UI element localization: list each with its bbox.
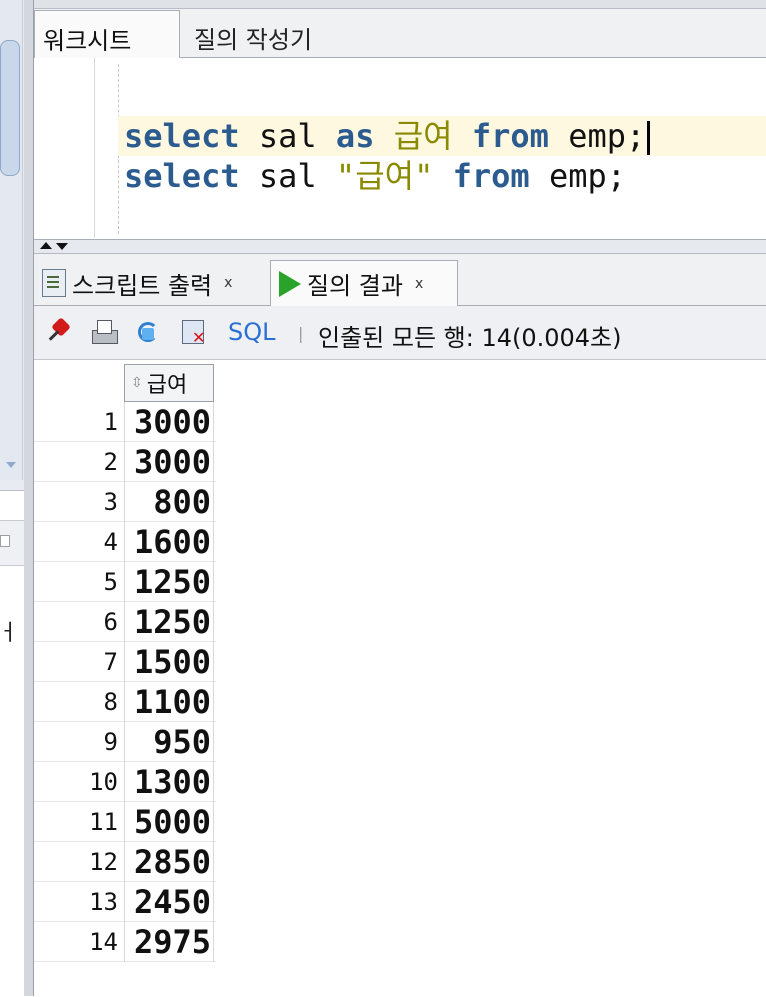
left-lower-panel	[0, 490, 24, 997]
table-row[interactable]: 6 1250	[34, 602, 216, 642]
left-navigator-panel: ㅓ	[0, 0, 25, 997]
row-number: 11	[89, 808, 118, 836]
row-number: 2	[103, 448, 118, 476]
table-row[interactable]: 14 2975	[34, 922, 216, 962]
code-text: emp;	[548, 117, 646, 155]
row-number: 8	[103, 688, 118, 716]
run-statement-icon	[279, 270, 301, 297]
row-number: 13	[89, 888, 118, 916]
sort-icon: ⇳	[131, 375, 143, 391]
tab-query-result[interactable]: 질의 결과 x	[270, 260, 458, 306]
salary-cell[interactable]: 3000	[124, 402, 214, 442]
table-row[interactable]: 3 800	[34, 482, 216, 522]
sql-worksheet-panel: 워크시트 질의 작성기 select sal as 급여 from emp; s…	[34, 0, 766, 996]
refresh-icon[interactable]	[134, 318, 162, 346]
table-row[interactable]: 7 1500	[34, 642, 216, 682]
table-row[interactable]: 8 1100	[34, 682, 216, 722]
salary-cell[interactable]: 1250	[124, 602, 214, 642]
row-number: 14	[89, 928, 118, 956]
code-text: sal	[239, 157, 336, 195]
salary-cell[interactable]: 1500	[124, 642, 214, 682]
keyword-from: from	[471, 117, 549, 155]
table-row[interactable]: 10 1300	[34, 762, 216, 802]
row-number: 5	[103, 568, 118, 596]
table-row[interactable]: 13 2450	[34, 882, 216, 922]
salary-cell[interactable]: 1300	[124, 762, 214, 802]
editor-gutter	[34, 58, 95, 238]
code-text: emp;	[529, 157, 626, 195]
result-grid[interactable]: ⇳ 급여 1 3000 2 3000 3 800 4 1600 5 1250 6 1250 7 1500 8…	[34, 360, 766, 996]
column-header-label: 급여	[146, 373, 188, 398]
close-script-output-icon[interactable]: x	[224, 275, 232, 291]
left-scrollbar-thumb[interactable]	[0, 40, 20, 176]
pin-icon[interactable]	[46, 318, 74, 346]
fetched-rows-status: 인출된 모든 행: 14(0.004초)	[318, 324, 622, 352]
tab-query-builder[interactable]: 질의 작성기	[186, 10, 366, 58]
worksheet-tab-bar: 워크시트 질의 작성기	[34, 0, 766, 58]
salary-cell[interactable]: 1100	[124, 682, 214, 722]
column-header-salary[interactable]: ⇳ 급여	[124, 364, 214, 402]
row-number: 6	[103, 608, 118, 636]
result-tab-bar: 스크립트 출력 x 질의 결과 x	[34, 254, 766, 306]
print-icon[interactable]	[90, 318, 118, 346]
sql-editor[interactable]: select sal as 급여 from emp; select sal "급…	[34, 58, 766, 240]
row-number: 12	[89, 848, 118, 876]
code-text: sal	[239, 117, 336, 155]
tab-script-output[interactable]: 스크립트 출력 x	[38, 260, 266, 306]
code-line-2[interactable]: select sal "급여" from emp;	[118, 156, 766, 196]
text-cursor	[647, 121, 651, 155]
row-number: 4	[103, 528, 118, 556]
quoted-alias: "급여"	[335, 157, 434, 195]
tab-query-result-label: 질의 결과	[307, 272, 403, 300]
left-vertical-scrollbar[interactable]	[0, 0, 23, 480]
salary-cell[interactable]: 5000	[124, 802, 214, 842]
left-clipped-text: ㅓ	[0, 621, 19, 646]
keyword-from: from	[452, 157, 530, 195]
vertical-splitter[interactable]	[24, 0, 34, 996]
salary-cell[interactable]: 1600	[124, 522, 214, 562]
collapse-up-icon[interactable]	[40, 242, 52, 249]
scroll-down-arrow-icon[interactable]	[6, 462, 16, 468]
table-row[interactable]: 12 2850	[34, 842, 216, 882]
table-row[interactable]: 4 1600	[34, 522, 216, 562]
keyword-as: as	[335, 117, 375, 155]
row-number: 1	[103, 408, 118, 436]
row-number: 9	[103, 728, 118, 756]
table-row[interactable]: 11 5000	[34, 802, 216, 842]
script-output-icon	[42, 269, 66, 297]
salary-cell[interactable]: 2450	[124, 882, 214, 922]
table-row[interactable]: 9 950	[34, 722, 216, 762]
salary-cell[interactable]: 800	[124, 482, 214, 522]
salary-cell[interactable]: 1250	[124, 562, 214, 602]
salary-cell[interactable]: 3000	[124, 442, 214, 482]
row-number: 7	[103, 648, 118, 676]
salary-cell[interactable]: 2975	[124, 922, 214, 962]
result-toolbar: SQL | 인출된 모든 행: 14(0.004초)	[34, 306, 766, 360]
table-row[interactable]: 2 3000	[34, 442, 216, 482]
sql-button[interactable]: SQL	[228, 318, 276, 346]
code-line-1[interactable]: select sal as 급여 from emp;	[118, 116, 766, 156]
result-rows: 1 3000 2 3000 3 800 4 1600 5 1250 6 1250 7 1500 8 1100 9…	[34, 402, 216, 962]
clear-results-icon[interactable]	[180, 318, 208, 347]
salary-cell[interactable]: 950	[124, 722, 214, 762]
toolbar-separator: |	[298, 324, 304, 343]
tab-script-output-label: 스크립트 출력	[72, 271, 213, 300]
close-query-result-icon[interactable]: x	[415, 276, 423, 292]
expand-down-icon[interactable]	[56, 243, 68, 250]
horizontal-splitter[interactable]	[34, 240, 766, 254]
keyword-select: select	[124, 157, 240, 195]
panel-restore-icon[interactable]	[0, 535, 10, 547]
row-number: 10	[89, 768, 118, 796]
tab-worksheet[interactable]: 워크시트	[34, 10, 180, 58]
table-row[interactable]: 5 1250	[34, 562, 216, 602]
keyword-select: select	[124, 117, 240, 155]
left-lower-panel-header	[0, 520, 24, 566]
salary-cell[interactable]: 2850	[124, 842, 214, 882]
table-row[interactable]: 1 3000	[34, 402, 216, 442]
column-alias: 급여	[393, 117, 453, 155]
row-number: 3	[103, 488, 118, 516]
